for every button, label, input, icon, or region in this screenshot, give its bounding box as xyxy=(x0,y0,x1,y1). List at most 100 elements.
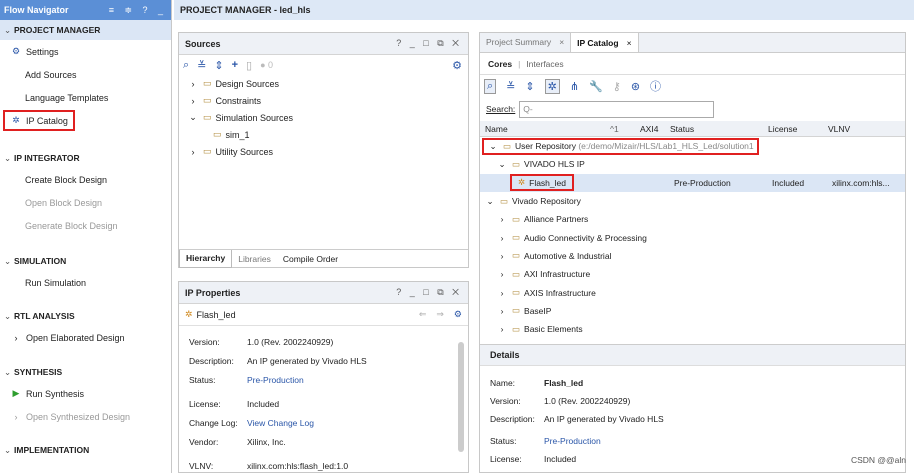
gear-icon[interactable]: ⚙ xyxy=(452,59,462,72)
scrollbar[interactable] xyxy=(458,342,464,452)
sources-pane: Sources? _ □ ⧉ ✕ ⌕ ≚ ⇕ + ▯ ● 0 ⚙ › ▭ Desig… xyxy=(178,32,469,268)
pane-controls[interactable]: ? _ □ ⧉ ✕ xyxy=(396,38,462,49)
row-folder[interactable]: › ▭ Automotive & Industrial xyxy=(480,247,905,265)
chevron-right-icon: › xyxy=(500,305,504,316)
ip-properties-pane: IP Properties? _ □ ⧉ ✕ ✲ Flash_led ⇐ ⇒ ⚙ Ve… xyxy=(178,281,469,473)
subtab-cores[interactable]: Cores xyxy=(488,59,512,69)
detail-description: Description: An IP generated by Vivado HL… xyxy=(490,414,664,425)
wrench-icon[interactable]: 🔧 xyxy=(589,80,603,93)
chevron-right-icon: › xyxy=(191,78,195,89)
nav-open-elaborated-design[interactable]: › Open Elaborated Design xyxy=(0,326,171,349)
subtab-interfaces[interactable]: Interfaces xyxy=(526,59,563,69)
section-implementation[interactable]: ⌄ IMPLEMENTATION xyxy=(0,440,171,460)
info-icon[interactable]: ⓘ xyxy=(650,78,661,94)
tab-hierarchy[interactable]: Hierarchy xyxy=(179,249,233,268)
col-license[interactable]: License xyxy=(768,124,828,134)
add-icon[interactable]: + xyxy=(232,59,238,71)
nav-language-templates[interactable]: Language Templates xyxy=(0,86,171,109)
tab-compile-order[interactable]: Compile Order xyxy=(277,254,344,264)
collapse-all-icon[interactable]: ≚ xyxy=(506,80,515,93)
search-icon[interactable]: ⌕ xyxy=(484,78,497,94)
row-folder[interactable]: › ▭ Audio Connectivity & Processing xyxy=(480,228,905,246)
folder-icon: ▭ xyxy=(503,140,512,151)
chevron-right-icon: › xyxy=(500,250,504,261)
tree-constraints[interactable]: › ▭ Constraints xyxy=(179,92,468,109)
section-project-manager[interactable]: ⌄ PROJECT MANAGER xyxy=(0,20,171,40)
section-synthesis[interactable]: ⌄ SYNTHESIS xyxy=(0,362,171,382)
section-ip-integrator[interactable]: ⌄ IP INTEGRATOR xyxy=(0,148,171,168)
tree-design-sources[interactable]: › ▭ Design Sources xyxy=(179,75,468,92)
row-vivado-hls-ip[interactable]: ⌄ ▭ VIVADO HLS IP xyxy=(480,155,905,173)
file-icon[interactable]: ▯ xyxy=(246,59,252,72)
ip-chip-icon: ✲ xyxy=(12,115,20,125)
chip-icon[interactable]: ⊛ xyxy=(631,80,640,93)
prop-vendor: Vendor: Xilinx, Inc. xyxy=(189,436,286,447)
row-folder[interactable]: › ▭ Basic Elements xyxy=(480,320,905,338)
chevron-right-icon: › xyxy=(191,146,195,157)
close-icon[interactable]: × xyxy=(559,37,564,47)
row-folder[interactable]: › ▭ Alliance Partners xyxy=(480,210,905,228)
hierarchy-icon[interactable]: ⋔ xyxy=(570,80,579,93)
row-folder[interactable]: › ▭ AXI Infrastructure xyxy=(480,265,905,283)
key-icon[interactable]: ⚷ xyxy=(613,80,621,93)
details-header: Details xyxy=(480,344,905,367)
prop-status: Status: Pre-Production xyxy=(189,374,304,385)
nav-open-block-design[interactable]: Open Block Design xyxy=(0,191,171,214)
nav-generate-block-design[interactable]: Generate Block Design xyxy=(0,214,171,237)
col-status[interactable]: Status xyxy=(670,124,768,134)
pane-controls[interactable]: ? _ □ ⧉ ✕ xyxy=(396,287,462,298)
ip-core-icon: ✲ xyxy=(185,309,193,319)
folder-icon: ▭ xyxy=(203,95,212,105)
tree-sim-1[interactable]: ▭ sim_1 xyxy=(179,126,468,143)
row-vivado-repository[interactable]: ⌄ ▭ Vivado Repository xyxy=(480,192,905,210)
expand-all-icon[interactable]: ⇕ xyxy=(525,80,534,93)
nav-run-simulation[interactable]: Run Simulation xyxy=(0,271,171,294)
forward-arrow-icon[interactable]: ⇒ xyxy=(436,309,444,320)
play-icon: ▶ xyxy=(12,388,20,398)
view-change-log-link[interactable]: View Change Log xyxy=(247,418,314,428)
row-flash-led[interactable]: ✲ Flash_led Pre-Production Included xilin… xyxy=(480,173,905,192)
prop-license: License: Included xyxy=(189,398,280,409)
search-icon[interactable]: ⌕ xyxy=(183,59,189,72)
tree-utility-sources[interactable]: › ▭ Utility Sources xyxy=(179,143,468,160)
chevron-down-icon: ⌄ xyxy=(189,112,197,122)
back-arrow-icon[interactable]: ⇐ xyxy=(419,309,427,320)
col-name[interactable]: Name xyxy=(480,124,610,134)
nav-add-sources[interactable]: Add Sources xyxy=(0,63,171,86)
catalog-table-header: Name ^1 AXI4 Status License VLNV xyxy=(480,121,905,137)
tab-project-summary[interactable]: Project Summary × xyxy=(480,32,570,52)
section-simulation[interactable]: ⌄ SIMULATION xyxy=(0,251,171,271)
flow-navigator-title: Flow Navigator xyxy=(4,5,69,15)
filter-icon[interactable]: ✲ xyxy=(544,78,560,94)
collapse-all-icon[interactable]: ≚ xyxy=(197,59,206,72)
gear-icon[interactable]: ⚙ xyxy=(454,309,462,320)
tab-libraries[interactable]: Libraries xyxy=(232,254,277,264)
chevron-down-icon: ⌄ xyxy=(486,195,494,206)
col-vlnv[interactable]: VLNV xyxy=(828,124,850,134)
folder-icon: ▭ xyxy=(512,232,521,243)
row-user-repository[interactable]: ⌄ ▭ User Repository (e:/demo/Mizair/HLS/L… xyxy=(480,137,905,155)
folder-icon: ▭ xyxy=(500,195,509,206)
col-axi4[interactable]: AXI4 xyxy=(640,124,670,134)
sort-indicator: ^1 xyxy=(610,123,619,134)
folder-icon: ▭ xyxy=(512,323,521,334)
nav-settings[interactable]: ⚙ Settings xyxy=(0,40,171,63)
tab-ip-catalog[interactable]: IP Catalog × xyxy=(570,32,639,52)
flow-navigator-controls[interactable]: ≡ ≑ ? _ xyxy=(109,5,167,16)
tree-simulation-sources[interactable]: ⌄ ▭ Simulation Sources xyxy=(179,109,468,126)
row-folder[interactable]: › ▭ BaseIP xyxy=(480,302,905,320)
nav-open-synthesized-design[interactable]: › Open Synthesized Design xyxy=(0,405,171,428)
close-icon[interactable]: × xyxy=(627,38,632,48)
section-rtl-analysis[interactable]: ⌄ RTL ANALYSIS xyxy=(0,306,171,326)
chevron-right-icon: › xyxy=(191,95,195,106)
nav-create-block-design[interactable]: Create Block Design xyxy=(0,168,171,191)
catalog-search-input[interactable]: Q- xyxy=(519,100,715,118)
expand-all-icon[interactable]: ⇕ xyxy=(214,59,223,72)
row-folder[interactable]: › ▭ AXIS Infrastructure xyxy=(480,283,905,301)
folder-icon: ▭ xyxy=(203,112,212,122)
nav-run-synthesis[interactable]: ▶ Run Synthesis xyxy=(0,382,171,405)
nav-ip-catalog[interactable]: ✲ IP Catalog xyxy=(0,109,171,132)
ip-catalog-pane: Project Summary × IP Catalog × Cores | Inter… xyxy=(479,32,906,473)
chevron-right-icon: › xyxy=(500,232,504,243)
folder-icon: ▭ xyxy=(213,129,222,139)
